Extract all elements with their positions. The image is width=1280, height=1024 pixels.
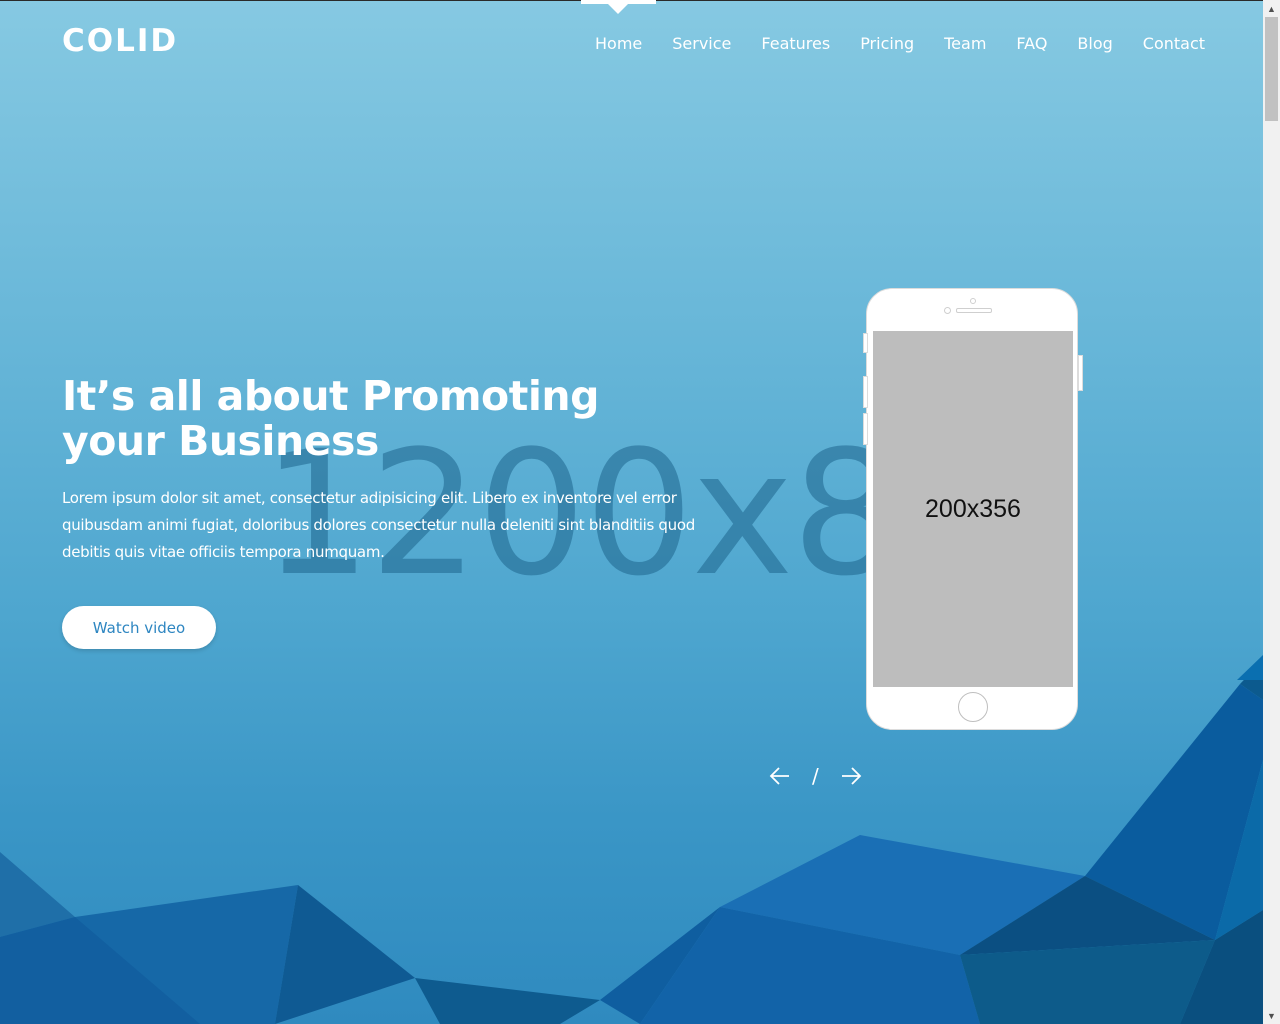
phone-side-button-icon bbox=[863, 413, 868, 445]
scroll-down-icon[interactable]: ▼ bbox=[1263, 1007, 1280, 1024]
scroll-up-icon[interactable]: ▲ bbox=[1263, 0, 1280, 17]
page: 1200x80 COLID Home Service Features Pric… bbox=[0, 0, 1280, 1024]
arrow-left-icon[interactable] bbox=[768, 764, 792, 788]
phone-sensor-icon bbox=[970, 298, 976, 304]
phone-side-button-icon bbox=[1078, 355, 1083, 391]
phone-speaker-icon bbox=[956, 308, 992, 313]
watch-video-button[interactable]: Watch video bbox=[62, 606, 216, 649]
phone-mockup: 200x356 bbox=[866, 288, 1078, 730]
phone-screen-placeholder: 200x356 bbox=[873, 331, 1073, 687]
phone-side-button-icon bbox=[863, 333, 868, 353]
slider-nav: / bbox=[768, 764, 863, 788]
nav-item-features[interactable]: Features bbox=[761, 34, 830, 53]
nav-active-arrow-icon bbox=[608, 4, 628, 14]
nav-item-faq[interactable]: FAQ bbox=[1016, 34, 1047, 53]
hero-title: It’s all about Promoting your Business bbox=[62, 372, 599, 465]
arrow-right-icon[interactable] bbox=[839, 764, 863, 788]
phone-home-button-icon bbox=[958, 692, 988, 722]
hero-description: Lorem ipsum dolor sit amet, consectetur … bbox=[62, 489, 695, 561]
nav-item-team[interactable]: Team bbox=[944, 34, 986, 53]
main-nav: Home Service Features Pricing Team FAQ B… bbox=[580, 34, 1220, 53]
phone-camera-icon bbox=[944, 307, 951, 314]
vertical-scrollbar[interactable]: ▲ ▼ bbox=[1263, 0, 1280, 1024]
brand-logo[interactable]: COLID bbox=[62, 23, 178, 59]
scrollbar-thumb[interactable] bbox=[1265, 17, 1278, 121]
nav-item-pricing[interactable]: Pricing bbox=[860, 34, 914, 53]
nav-item-blog[interactable]: Blog bbox=[1077, 34, 1112, 53]
nav-item-home[interactable]: Home bbox=[595, 34, 642, 53]
phone-side-button-icon bbox=[863, 376, 868, 408]
nav-item-contact[interactable]: Contact bbox=[1143, 34, 1205, 53]
slider-separator: / bbox=[812, 764, 819, 788]
nav-item-service[interactable]: Service bbox=[672, 34, 731, 53]
